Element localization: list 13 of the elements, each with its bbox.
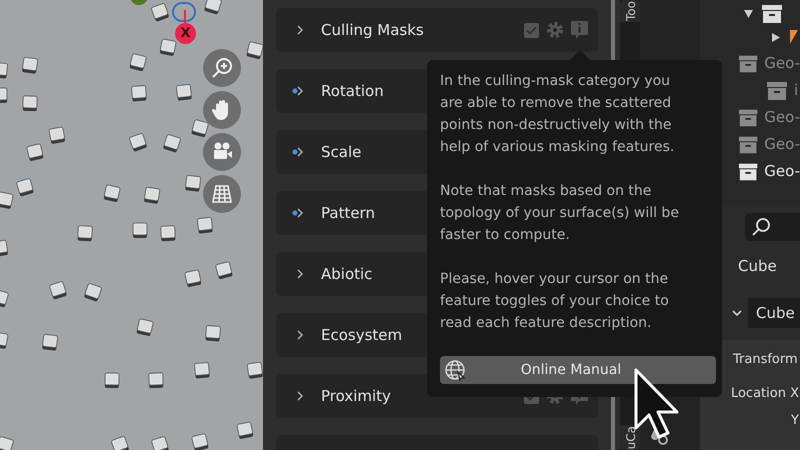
section-title: Scale [321, 142, 362, 163]
object-name: Cube [738, 259, 778, 274]
section-title: Proximity [321, 386, 391, 407]
field-label: Location X [730, 384, 799, 402]
section-title: Culling Masks [321, 20, 424, 41]
section-title: Rotation [321, 80, 384, 102]
tooltip-text: In the culling-mask category you are able to remove the scattered points non-destructively with the help of various masking features. [440, 72, 676, 157]
section-title: Pattern [321, 202, 375, 224]
tooltip-text: Please, hover your cursor on the feature toggles of your choice to read each feature description. [440, 270, 670, 333]
section-title: Abiotic [321, 264, 372, 285]
section-title: Ecosystem [321, 324, 402, 346]
tooltip-text: Note that masks based on the topology of your surface(s) will be faster to compute. [440, 182, 680, 245]
field-label: Y [791, 412, 799, 430]
